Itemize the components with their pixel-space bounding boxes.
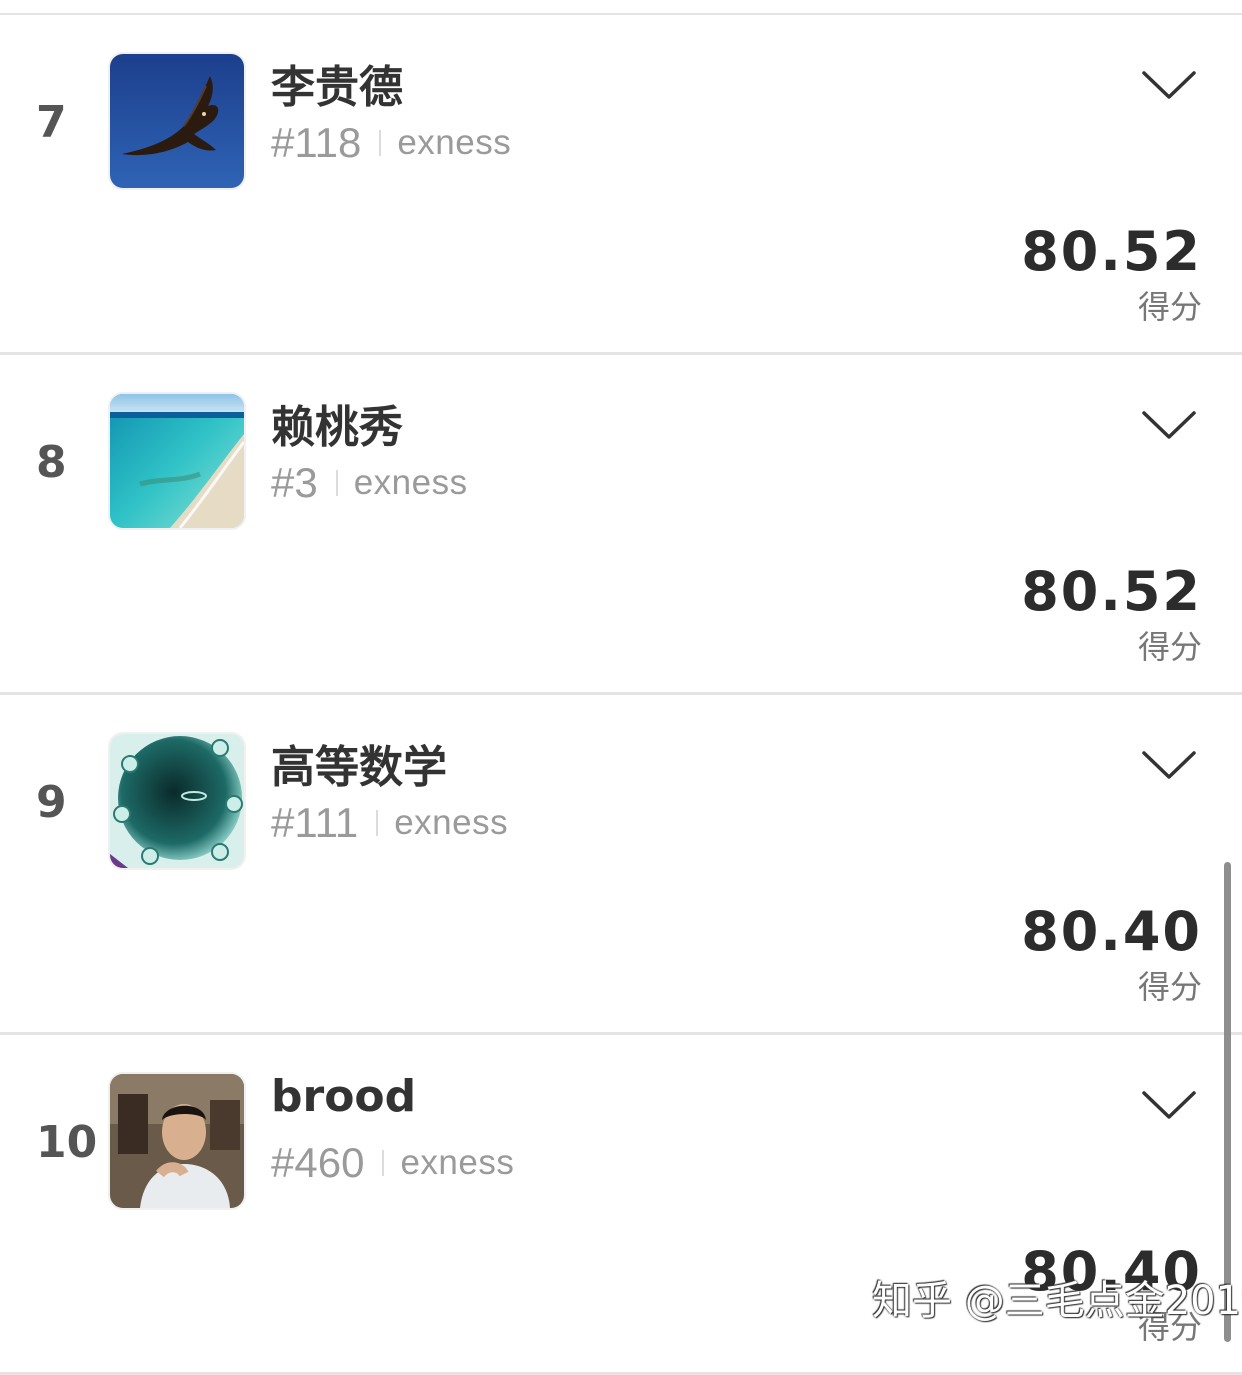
list-item[interactable]: 9 高等数学 #111 exness 80.40 得分	[0, 695, 1242, 1035]
trader-name: 高等数学	[271, 742, 447, 793]
avatar[interactable]	[110, 1074, 244, 1208]
avatar[interactable]	[110, 734, 244, 868]
chevron-down-icon[interactable]	[1140, 1087, 1198, 1123]
chevron-down-icon[interactable]	[1140, 747, 1198, 783]
account-number: #111	[271, 799, 359, 846]
account-number: #118	[271, 119, 362, 166]
rank-number: 10	[36, 1117, 98, 1168]
virus-avatar-image	[110, 734, 244, 868]
trader-name: 赖桃秀	[271, 402, 403, 453]
score-value: 80.40	[1021, 900, 1202, 963]
account-number: #460	[271, 1139, 365, 1186]
score-label: 得分	[1137, 288, 1202, 326]
broker-name: exness	[394, 803, 509, 842]
beach-avatar-image	[110, 394, 244, 528]
meta-divider	[376, 810, 379, 836]
account-meta: #111 exness	[271, 799, 508, 847]
broker-name: exness	[397, 123, 512, 162]
avatar[interactable]	[110, 394, 244, 528]
list-item[interactable]: 8 赖桃秀 #3 exness 80.52 得分	[0, 355, 1242, 695]
ranking-list: 7 李贵德 #118 exness 80.52 得分 8 赖桃秀 #3 exne…	[0, 15, 1242, 1375]
person-avatar-image	[110, 1074, 244, 1208]
list-item[interactable]: 7 李贵德 #118 exness 80.52 得分	[0, 15, 1242, 355]
watermark: 知乎 @三毛点金2019	[872, 1278, 1242, 1324]
broker-name: exness	[400, 1143, 515, 1182]
account-meta: #460 exness	[271, 1139, 514, 1187]
rank-number: 9	[36, 777, 67, 828]
trader-name: 李贵德	[271, 62, 403, 113]
score-label: 得分	[1137, 968, 1202, 1006]
account-meta: #3 exness	[271, 459, 468, 507]
meta-divider	[379, 130, 382, 156]
avatar[interactable]	[110, 54, 244, 188]
score-value: 80.52	[1021, 220, 1202, 283]
meta-divider	[335, 470, 338, 496]
rank-number: 7	[36, 97, 67, 148]
meta-divider	[382, 1150, 385, 1176]
account-meta: #118 exness	[271, 119, 511, 167]
score-label: 得分	[1137, 628, 1202, 666]
chevron-down-icon[interactable]	[1140, 67, 1198, 103]
eagle-avatar-image	[110, 54, 244, 188]
account-number: #3	[271, 459, 318, 506]
trader-name: brood	[271, 1071, 417, 1122]
chevron-down-icon[interactable]	[1140, 407, 1198, 443]
rank-number: 8	[36, 437, 67, 488]
broker-name: exness	[353, 463, 468, 502]
score-value: 80.52	[1021, 560, 1202, 623]
